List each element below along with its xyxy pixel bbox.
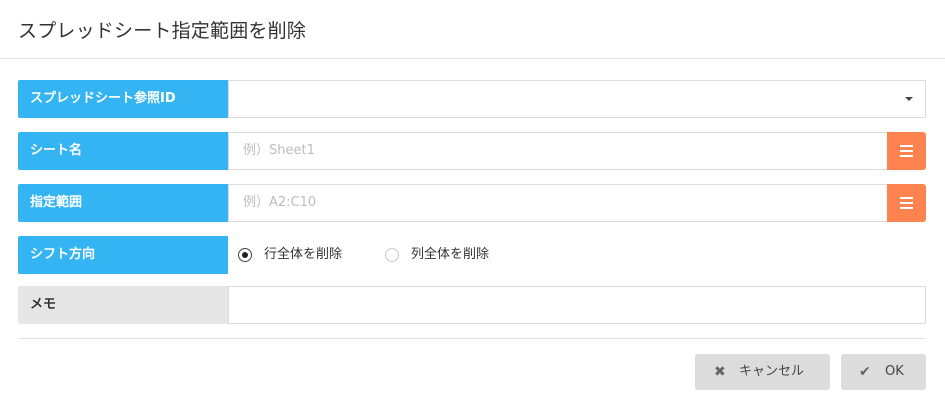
spreadsheet-id-select[interactable] [228,80,926,118]
ok-button[interactable]: ✔ OK [841,354,926,390]
sheet-name-row: シート名 例）Sheet1 [18,132,926,170]
range-placeholder: 例）A2:C10 [243,195,317,210]
spreadsheet-id-row: スプレッドシート参照ID [18,80,926,118]
shift-label: シフト方向 [18,236,228,274]
sheet-name-placeholder: 例）Sheet1 [243,143,315,158]
close-icon: ✖ [714,364,726,380]
memo-row: メモ [18,286,926,324]
cancel-button[interactable]: ✖ キャンセル [695,354,830,390]
footer-divider [18,338,926,339]
radio-delete-columns-label: 列全体を削除 [411,247,490,262]
range-label: 指定範囲 [18,184,228,222]
range-row: 指定範囲 例）A2:C10 [18,184,926,222]
radio-delete-rows-label: 行全体を削除 [264,247,343,262]
memo-label: メモ [18,286,228,324]
sheet-name-list-button[interactable] [887,132,926,170]
check-icon: ✔ [859,364,871,380]
memo-input[interactable] [228,286,926,324]
radio-checked-icon[interactable] [238,248,252,262]
range-input[interactable]: 例）A2:C10 [228,184,887,222]
radio-unchecked-icon[interactable] [385,248,399,262]
cancel-button-label: キャンセル [739,364,805,379]
dialog-title: スプレッドシート指定範囲を削除 [18,20,307,42]
ok-button-label: OK [885,364,904,379]
caret-down-icon[interactable] [905,97,913,101]
sheet-name-label: シート名 [18,132,228,170]
spreadsheet-id-label: スプレッドシート参照ID [18,80,228,118]
shift-row: シフト方向 行全体を削除 列全体を削除 [18,236,926,274]
header-divider [0,58,945,59]
sheet-name-input[interactable]: 例）Sheet1 [228,132,887,170]
range-list-button[interactable] [887,184,926,222]
